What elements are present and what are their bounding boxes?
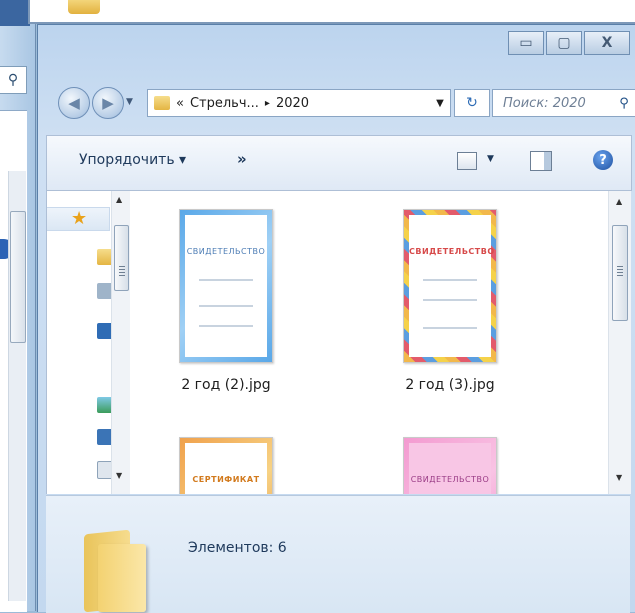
star-icon: ★	[71, 208, 88, 229]
minimize-button[interactable]: ▭	[508, 31, 544, 55]
address-prefix[interactable]: «	[176, 96, 184, 111]
breadcrumb-segment[interactable]: Стрельч...	[190, 96, 259, 111]
organize-button[interactable]: Упорядочить ▾	[79, 152, 186, 168]
background-scroll-thumb[interactable]	[10, 211, 26, 343]
forward-button[interactable]: ▶	[92, 87, 124, 119]
search-icon[interactable]: ⚲	[613, 96, 635, 111]
file-name[interactable]: 2 год (3).jpg	[375, 377, 525, 393]
image-thumbnail[interactable]: СВИДЕТЕЛЬСТВО	[403, 209, 497, 363]
file-list: СВИДЕТЕЛЬСТВО 2 год (2).jpg СВИДЕТЕЛЬСТВ…	[131, 191, 607, 494]
image-thumbnail[interactable]: СВИДЕТЕЛЬСТВО	[179, 209, 273, 363]
breadcrumb-separator[interactable]: ▸	[265, 98, 270, 109]
thumbnail-title: СЕРТИФИКАТ	[192, 475, 260, 484]
scroll-thumb[interactable]	[612, 225, 628, 321]
search-placeholder: Поиск: 2020	[503, 95, 586, 111]
image-thumbnail[interactable]: СЕРТИФИКАТ	[179, 437, 273, 494]
navigation-pane: ★ ▲ ▼	[47, 191, 130, 494]
search-icon[interactable]: ⚲	[0, 66, 27, 94]
back-button[interactable]: ◀	[58, 87, 90, 119]
address-dropdown-button[interactable]: ▼	[430, 90, 450, 116]
window-controls: ▭ ▢ X	[508, 31, 630, 55]
details-pane: Элементов: 6	[46, 495, 630, 613]
file-item[interactable]: СВИДЕТЕЛЬСТВО 2 год (2).jpg	[151, 209, 301, 393]
grip-icon	[119, 266, 125, 278]
thumbnail-title: СВИДЕТЕЛЬСТВО	[409, 247, 495, 256]
folder-icon	[68, 0, 100, 14]
scroll-up-icon[interactable]: ▲	[116, 195, 122, 204]
background-content	[0, 110, 27, 612]
history-dropdown-button[interactable]: ▼	[126, 97, 133, 107]
more-commands-button[interactable]: »	[237, 150, 247, 168]
favorites-item[interactable]: ★	[47, 207, 110, 231]
refresh-icon: ↻	[466, 95, 478, 111]
views-dropdown-button[interactable]: ▼	[487, 154, 494, 164]
help-icon[interactable]: ?	[593, 150, 613, 170]
background-window: ⚲	[0, 0, 36, 612]
scroll-up-icon[interactable]: ▲	[616, 197, 622, 206]
forward-arrow-icon: ▶	[102, 94, 114, 112]
refresh-button[interactable]: ↻	[454, 89, 490, 117]
search-input[interactable]: Поиск: 2020 ⚲	[492, 89, 635, 117]
file-list-scrollbar[interactable]: ▲ ▼	[608, 191, 631, 494]
file-item[interactable]: СВИДЕТЕЛЬСТВО 2 год (3).jpg	[375, 209, 525, 393]
background-scrollbar[interactable]	[8, 171, 26, 601]
scroll-down-icon[interactable]: ▼	[116, 471, 122, 480]
navigation-pane-scrollbar[interactable]: ▲ ▼	[111, 191, 130, 494]
thumbnail-title: СВИДЕТЕЛЬСТВО	[186, 247, 266, 256]
close-button[interactable]: X	[584, 31, 630, 55]
top-dialog-edge	[28, 0, 635, 24]
address-bar[interactable]: « Стрельч... ▸ 2020 ▼	[147, 89, 451, 117]
scroll-down-icon[interactable]: ▼	[616, 473, 622, 482]
preview-pane-icon[interactable]	[530, 151, 552, 171]
explorer-window: ▭ ▢ X ◀ ▶ ▼ « Стрельч... ▸ 2020 ▼ ↻ Поис…	[37, 24, 635, 613]
views-icon[interactable]	[457, 152, 477, 170]
folder-icon	[84, 529, 148, 613]
grip-icon	[617, 266, 623, 278]
command-bar: Упорядочить ▾ » ▼ ?	[46, 135, 632, 191]
navigation-bar: ◀ ▶ ▼ « Стрельч... ▸ 2020 ▼ ↻ Поиск: 202…	[52, 83, 635, 123]
file-item[interactable]: СЕРТИФИКАТ	[151, 437, 301, 494]
file-name[interactable]: 2 год (2).jpg	[151, 377, 301, 393]
maximize-button[interactable]: ▢	[546, 31, 582, 55]
back-arrow-icon: ◀	[68, 94, 80, 112]
background-titlebar	[0, 0, 30, 26]
scroll-thumb[interactable]	[114, 225, 129, 291]
item-count: Элементов: 6	[188, 540, 287, 556]
file-item[interactable]: СВИДЕТЕЛЬСТВО	[375, 437, 525, 494]
folder-icon	[154, 96, 170, 110]
breadcrumb-segment[interactable]: 2020	[276, 96, 309, 111]
image-thumbnail[interactable]: СВИДЕТЕЛЬСТВО	[403, 437, 497, 494]
thumbnail-title: СВИДЕТЕЛЬСТВО	[410, 475, 490, 484]
content-area: ★ ▲ ▼ СВИДЕТЕЛЬСТВО 2 год (2).jpg СВИДЕТ…	[46, 191, 631, 494]
